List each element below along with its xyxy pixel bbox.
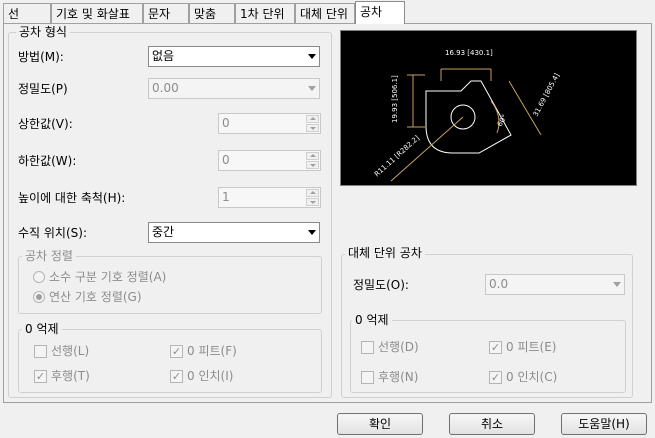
alt-zero-suppression-title: 0 억제 [352, 313, 392, 327]
alt-zero-inches-label: 0 인치(C) [506, 370, 558, 384]
chevron-down-icon [308, 86, 316, 91]
tab-tolerances[interactable]: 공차 [355, 1, 405, 24]
alt-zero-feet-label: 0 피트(E) [506, 340, 557, 354]
lower-value-label: 하한값(W): [18, 154, 77, 168]
tab-symbols-arrows[interactable]: 기호 및 화살표 [51, 3, 143, 23]
preview-label-radius: R11.11 [R282.2] [373, 134, 421, 179]
dimension-preview: 16.93 [430.1] 19.93 [506.1] 31.69 [805.4… [340, 30, 637, 186]
ok-button[interactable]: 확인 [337, 413, 423, 435]
height-scale-label: 높이에 대한 축척(H): [18, 191, 126, 205]
spin-down-icon[interactable] [306, 161, 319, 169]
preview-label-right: 31.69 [805.4] [532, 72, 562, 118]
zero-suppression-title: 0 억제 [22, 322, 62, 336]
preview-drawing: 16.93 [430.1] 19.93 [506.1] 31.69 [805.4… [373, 49, 562, 182]
preview-label-left: 19.93 [506.1] [391, 75, 399, 123]
zero-inches-checkbox[interactable]: ✓ [170, 370, 183, 383]
lower-value-stepper[interactable]: 0 [218, 150, 321, 171]
upper-value-stepper[interactable]: 0 [218, 113, 321, 134]
alt-trailing-checkbox[interactable] [361, 371, 374, 384]
align-operator-radio[interactable] [33, 291, 45, 303]
alt-zero-feet-checkbox[interactable]: ✓ [489, 341, 502, 354]
alt-precision-label: 정밀도(O): [353, 278, 409, 292]
spin-up-icon[interactable] [306, 189, 319, 197]
method-select[interactable]: 없음 [148, 46, 320, 67]
method-value: 없음 [152, 49, 175, 63]
chevron-down-icon [308, 230, 316, 235]
tolerance-alignment-group [18, 256, 322, 314]
method-label: 방법(M): [18, 50, 64, 64]
zero-inches-label: 0 인치(I) [187, 369, 234, 383]
alt-leading-label: 선행(D) [378, 340, 419, 354]
spin-up-icon[interactable] [306, 115, 319, 123]
alt-zero-inches-checkbox[interactable]: ✓ [489, 371, 502, 384]
upper-value-label: 상한값(V): [18, 117, 73, 131]
alt-precision-value: 0.0 [489, 277, 509, 291]
height-scale-stepper[interactable]: 1 [218, 187, 321, 208]
alt-unit-tolerance-title: 대체 단위 공차 [345, 246, 425, 260]
leading-label: 선행(L) [51, 344, 90, 358]
alt-leading-checkbox[interactable] [361, 341, 374, 354]
chevron-down-icon [308, 54, 316, 59]
preview-label-top: 16.93 [430.1] [445, 49, 493, 57]
align-operator-label: 연산 기호 정렬(G) [49, 290, 142, 304]
tab-fit[interactable]: 맞춤 [189, 3, 235, 23]
vertical-position-label: 수직 위치(S): [18, 226, 87, 240]
vertical-position-value: 중간 [152, 225, 175, 239]
cancel-button[interactable]: 취소 [449, 413, 535, 435]
precision-label: 정밀도(P) [18, 82, 68, 96]
align-decimal-label: 소수 구분 기호 정렬(A) [49, 270, 167, 284]
height-scale-text: 1 [222, 190, 230, 204]
tab-text[interactable]: 문자 [143, 3, 189, 23]
zero-feet-label: 0 피트(F) [187, 344, 237, 358]
upper-value-text: 0 [222, 116, 230, 130]
trailing-label: 후행(T) [51, 369, 90, 383]
tolerance-format-title: 공차 형식 [16, 25, 70, 39]
vertical-position-select[interactable]: 중간 [148, 222, 320, 243]
spin-down-icon[interactable] [306, 124, 319, 132]
spin-up-icon[interactable] [306, 152, 319, 160]
tolerance-alignment-title: 공차 정렬 [22, 249, 76, 263]
leading-checkbox[interactable] [34, 345, 47, 358]
spin-down-icon[interactable] [306, 198, 319, 206]
precision-select[interactable]: 0.00 [148, 78, 320, 99]
alt-precision-select[interactable]: 0.0 [485, 274, 625, 295]
precision-value: 0.00 [152, 81, 179, 95]
tab-lines[interactable]: 선 [3, 3, 51, 23]
tab-alternate-units[interactable]: 대체 단위 [295, 3, 355, 23]
lower-value-text: 0 [222, 153, 230, 167]
trailing-checkbox[interactable]: ✓ [34, 370, 47, 383]
alt-trailing-label: 후행(N) [378, 370, 419, 384]
align-decimal-radio[interactable] [33, 271, 45, 283]
tab-primary-units[interactable]: 1차 단위 [235, 3, 295, 23]
help-button[interactable]: 도움말(H) [561, 413, 647, 435]
zero-feet-checkbox[interactable]: ✓ [170, 345, 183, 358]
chevron-down-icon [613, 282, 621, 287]
